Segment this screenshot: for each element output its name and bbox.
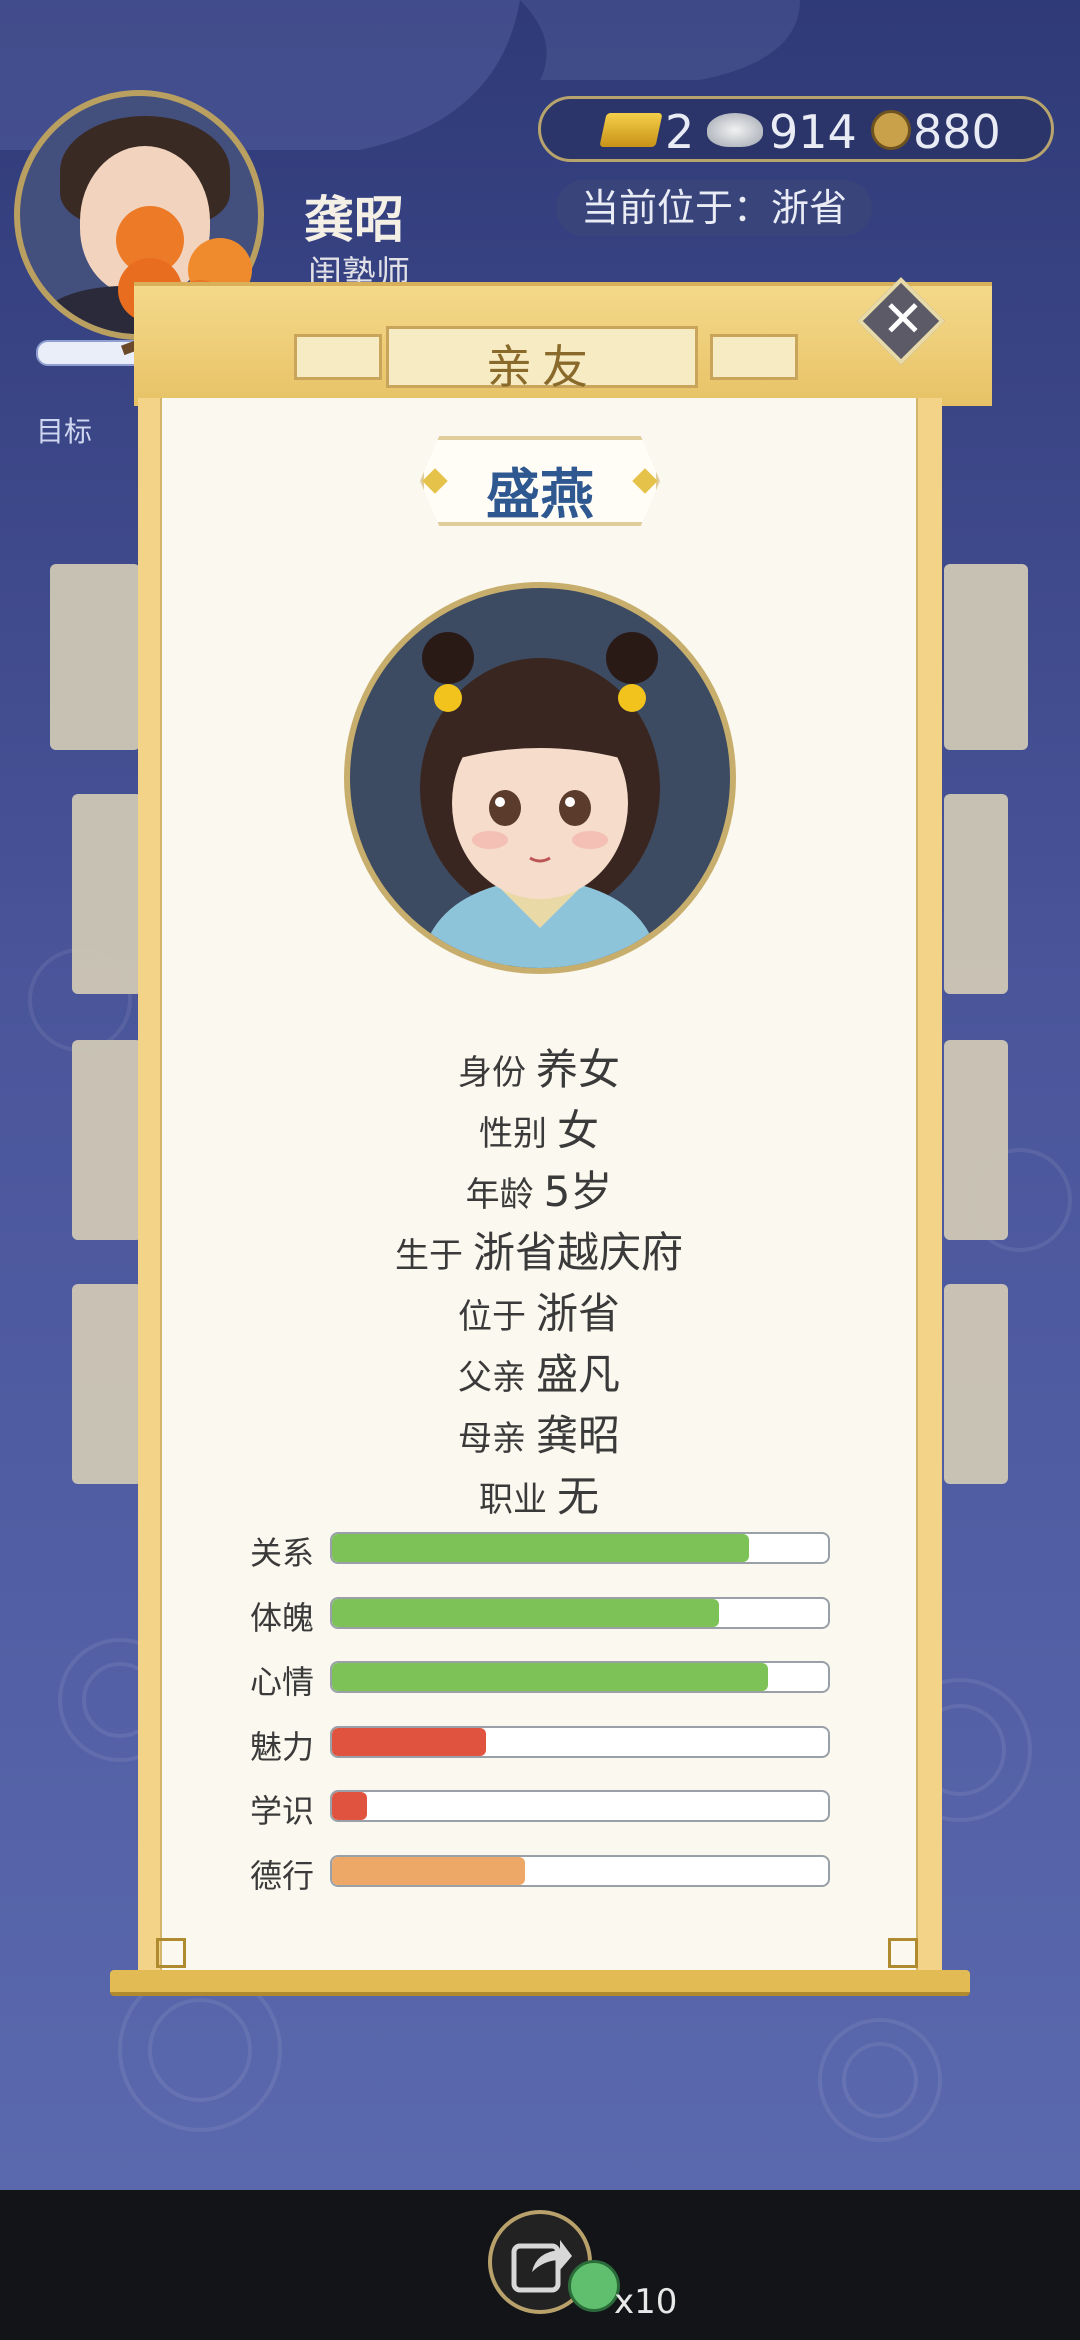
- info-value: 盛凡: [535, 1350, 620, 1399]
- copper-coin-icon: [871, 110, 911, 150]
- info-key: 父亲: [457, 1358, 526, 1398]
- background-card: [50, 564, 140, 750]
- location-label: 当前位于：浙省: [556, 180, 872, 236]
- stat-label: 学识: [250, 1792, 315, 1830]
- scroll-bottom-rod: [110, 1970, 970, 1996]
- info-key: 年龄: [465, 1175, 534, 1215]
- stat-bar-fill: [332, 1663, 769, 1691]
- stat-bar: [330, 1725, 830, 1758]
- silver-ingot-icon: [707, 113, 763, 147]
- info-value: 浙省: [535, 1289, 620, 1338]
- info-row: 身份 养女: [160, 1036, 918, 1097]
- currency-bar: 2 914 880: [538, 96, 1054, 162]
- background-card: [72, 1284, 142, 1484]
- stat-bar: [330, 1790, 830, 1822]
- stat-bar-fill: [332, 1598, 719, 1627]
- title-ornament: [294, 334, 382, 380]
- stat-label: 魅力: [250, 1727, 315, 1766]
- goal-button[interactable]: 目标: [36, 410, 92, 450]
- info-value: 养女: [535, 1045, 620, 1094]
- info-row: 年龄 5岁: [160, 1158, 918, 1219]
- info-key: 母亲: [457, 1419, 526, 1459]
- stat-label: 德行: [250, 1856, 315, 1895]
- info-row: 父亲 盛凡: [160, 1341, 918, 1402]
- relative-name: 盛燕: [486, 463, 594, 526]
- background-card: [72, 1040, 142, 1240]
- title-ornament: [710, 334, 798, 380]
- gold-count: 2: [665, 105, 695, 159]
- info-row: 性别女: [160, 1097, 918, 1158]
- info-value: 女: [556, 1106, 599, 1155]
- info-row: 生于 浙省越庆府: [160, 1219, 918, 1280]
- relative-portrait: [344, 582, 736, 974]
- stat-bar-fill: [332, 1727, 486, 1756]
- gold-ingot-icon: [599, 113, 663, 147]
- stat-bar: [330, 1532, 830, 1564]
- stat-label: 关系: [250, 1534, 315, 1572]
- stat-bar: [330, 1854, 830, 1887]
- info-key: 身份: [457, 1053, 526, 1093]
- info-key: 位于: [457, 1297, 526, 1337]
- background-card: [944, 794, 1008, 994]
- player-name: 龚昭: [304, 191, 404, 249]
- background-card: [944, 564, 1028, 750]
- copper-count: 880: [913, 105, 1001, 159]
- stat-bar-fill: [332, 1534, 749, 1562]
- silver-count: 914: [769, 105, 857, 159]
- corner-ornament: [888, 1938, 918, 1968]
- background-card: [72, 794, 142, 994]
- info-value: 浙省越庆府: [472, 1228, 683, 1277]
- info-key: 生于: [394, 1236, 463, 1276]
- stat-bar: [330, 1661, 830, 1693]
- background-card: [944, 1040, 1008, 1240]
- share-icon: [511, 2240, 572, 2293]
- background-card: [944, 1284, 1008, 1484]
- info-row: 职业无: [160, 1463, 918, 1524]
- title-plate: 亲友: [386, 326, 698, 394]
- info-key: 职业: [478, 1480, 547, 1520]
- corner-ornament: [156, 1938, 186, 1968]
- stat-label: 体魄: [250, 1598, 315, 1637]
- stat-bar-fill: [332, 1856, 526, 1885]
- stat-bar: [330, 1596, 830, 1629]
- info-value: 5岁: [543, 1167, 613, 1216]
- girl-avatar-icon: [420, 632, 660, 968]
- jade-coin-icon: [568, 2260, 620, 2312]
- dialog-title: 亲友: [486, 340, 598, 394]
- dialog-header: 亲友: [134, 282, 992, 406]
- close-icon[interactable]: ✕: [872, 288, 934, 350]
- info-row: 母亲 龚昭: [160, 1402, 918, 1463]
- info-row: 位于 浙省: [160, 1280, 918, 1341]
- stat-bar-fill: [332, 1792, 367, 1820]
- share-multiplier: x10: [614, 2282, 678, 2322]
- info-value: 龚昭: [535, 1411, 620, 1460]
- stat-label: 心情: [250, 1663, 315, 1701]
- info-value: 无: [556, 1472, 599, 1521]
- info-key: 性别: [478, 1114, 547, 1154]
